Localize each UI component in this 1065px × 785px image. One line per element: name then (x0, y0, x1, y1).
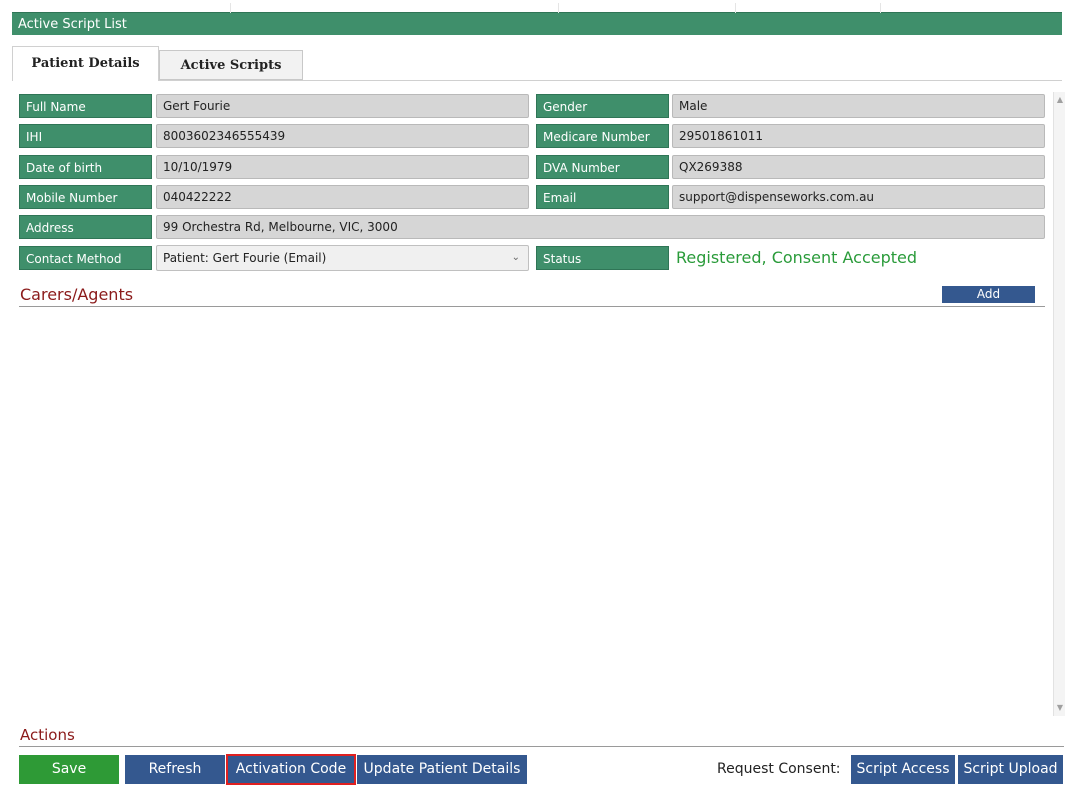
app-root: Active Script List Patient Details Activ… (0, 0, 1065, 785)
full-name-field[interactable]: Gert Fourie (156, 94, 529, 118)
tab-patient-details[interactable]: Patient Details (12, 46, 159, 81)
status-label: Status (536, 246, 669, 270)
top-divider (558, 3, 559, 13)
tab-divider (12, 80, 1062, 81)
script-access-button[interactable]: Script Access (851, 755, 955, 784)
actions-section-title: Actions (20, 726, 75, 744)
status-value: Registered, Consent Accepted (676, 248, 918, 267)
dob-label: Date of birth (19, 155, 152, 179)
mobile-number-label: Mobile Number (19, 185, 152, 209)
ihi-label: IHI (19, 124, 152, 148)
carers-divider (19, 306, 1045, 307)
script-upload-button[interactable]: Script Upload (958, 755, 1063, 784)
gender-field[interactable]: Male (672, 94, 1045, 118)
top-divider (735, 3, 736, 13)
email-label: Email (536, 185, 669, 209)
contact-method-value: Patient: Gert Fourie (Email) (163, 251, 327, 265)
contact-method-label: Contact Method (19, 246, 152, 270)
dob-field[interactable]: 10/10/1979 (156, 155, 529, 179)
tab-active-scripts[interactable]: Active Scripts (159, 50, 303, 80)
scroll-down-arrow-icon[interactable]: ▼ (1055, 702, 1065, 714)
dva-number-label: DVA Number (536, 155, 669, 179)
medicare-number-field[interactable]: 29501861011 (672, 124, 1045, 148)
full-name-label: Full Name (19, 94, 152, 118)
refresh-button[interactable]: Refresh (125, 755, 225, 784)
request-consent-label: Request Consent: (717, 761, 841, 777)
ihi-field[interactable]: 8003602346555439 (156, 124, 529, 148)
dva-number-field[interactable]: QX269388 (672, 155, 1045, 179)
top-divider (880, 3, 881, 13)
scroll-up-arrow-icon[interactable]: ▲ (1055, 94, 1065, 106)
window-title: Active Script List (18, 17, 127, 32)
window-title-bar: Active Script List (12, 3, 1062, 35)
carers-section-title: Carers/Agents (20, 285, 134, 304)
chevron-down-icon: ⌄ (511, 252, 520, 263)
address-label: Address (19, 215, 152, 239)
mobile-number-field[interactable]: 040422222 (156, 185, 529, 209)
actions-divider (19, 746, 1064, 747)
activation-code-button[interactable]: Activation Code (226, 754, 356, 785)
medicare-number-label: Medicare Number (536, 124, 669, 148)
add-carer-button[interactable]: Add (942, 286, 1035, 303)
email-field[interactable]: support@dispenseworks.com.au (672, 185, 1045, 209)
gender-label: Gender (536, 94, 669, 118)
top-divider (230, 3, 231, 13)
address-field[interactable]: 99 Orchestra Rd, Melbourne, VIC, 3000 (156, 215, 1045, 239)
vertical-scrollbar[interactable]: ▲ ▼ (1053, 92, 1065, 716)
update-patient-details-button[interactable]: Update Patient Details (357, 755, 527, 784)
contact-method-select[interactable]: Patient: Gert Fourie (Email) ⌄ (156, 245, 529, 271)
save-button[interactable]: Save (19, 755, 119, 784)
